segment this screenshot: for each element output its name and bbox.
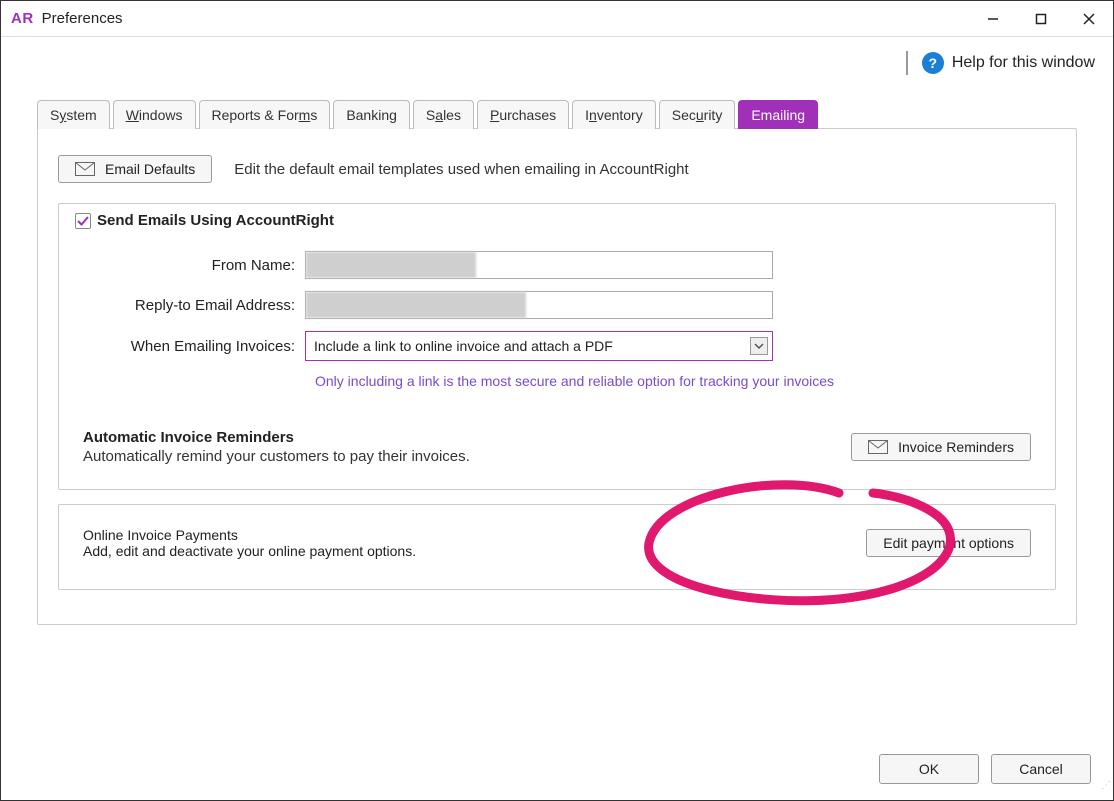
- dialog-footer: OK Cancel: [879, 754, 1091, 784]
- tab-security[interactable]: Security: [659, 100, 736, 129]
- send-emails-group: Send Emails Using AccountRight From Name…: [58, 203, 1056, 490]
- email-defaults-button[interactable]: Email Defaults: [58, 155, 212, 183]
- when-emailing-label: When Emailing Invoices:: [77, 338, 305, 355]
- when-emailing-hint: Only including a link is the most secure…: [315, 373, 1037, 389]
- send-emails-title: Send Emails Using AccountRight: [97, 212, 334, 229]
- close-button[interactable]: [1065, 1, 1113, 37]
- chevron-down-icon: [750, 337, 768, 355]
- help-icon[interactable]: ?: [922, 52, 944, 74]
- tab-emailing[interactable]: Emailing: [738, 100, 818, 129]
- from-name-label: From Name:: [77, 257, 305, 274]
- payments-title: Online Invoice Payments: [83, 527, 416, 543]
- edit-payment-options-button[interactable]: Edit payment options: [866, 529, 1031, 557]
- invoice-reminders-button[interactable]: Invoice Reminders: [851, 433, 1031, 461]
- mail-icon: [75, 162, 95, 176]
- ok-label: OK: [919, 761, 939, 777]
- reply-to-label: Reply-to Email Address:: [77, 297, 305, 314]
- tab-purchases[interactable]: Purchases: [477, 100, 569, 129]
- help-link[interactable]: Help for this window: [952, 54, 1095, 72]
- reminders-description: Automatically remind your customers to p…: [83, 448, 470, 465]
- email-defaults-row: Email Defaults Edit the default email te…: [58, 155, 1056, 183]
- tab-windows[interactable]: Windows: [113, 100, 196, 129]
- app-logo: AR: [11, 10, 34, 27]
- minimize-button[interactable]: [969, 1, 1017, 37]
- window-title: Preferences: [42, 10, 123, 27]
- help-row: ? Help for this window: [1, 37, 1113, 81]
- reply-to-input[interactable]: [305, 291, 773, 319]
- maximize-button[interactable]: [1017, 1, 1065, 37]
- resize-grip[interactable]: ⋰: [1097, 784, 1111, 798]
- ok-button[interactable]: OK: [879, 754, 979, 784]
- tab-reports-forms[interactable]: Reports & Forms: [199, 100, 331, 129]
- when-emailing-select[interactable]: Include a link to online invoice and att…: [305, 331, 773, 361]
- email-defaults-description: Edit the default email templates used wh…: [234, 161, 688, 178]
- window-controls: [969, 1, 1113, 37]
- tab-banking[interactable]: Banking: [333, 100, 410, 129]
- mail-icon: [868, 440, 888, 454]
- email-defaults-label: Email Defaults: [105, 161, 195, 177]
- send-emails-checkbox[interactable]: [75, 213, 91, 229]
- cancel-button[interactable]: Cancel: [991, 754, 1091, 784]
- reminders-title: Automatic Invoice Reminders: [83, 429, 470, 446]
- tab-strip: System Windows Reports & Forms Banking S…: [1, 81, 1113, 128]
- tab-system[interactable]: System: [37, 100, 110, 129]
- help-separator: [906, 51, 908, 75]
- tab-inventory[interactable]: Inventory: [572, 100, 656, 129]
- reminders-subsection: Automatic Invoice Reminders Automaticall…: [77, 429, 1037, 465]
- from-name-input[interactable]: [305, 251, 773, 279]
- payments-description: Add, edit and deactivate your online pay…: [83, 543, 416, 559]
- online-payments-group: Online Invoice Payments Add, edit and de…: [58, 504, 1056, 590]
- preferences-panel: Email Defaults Edit the default email te…: [37, 128, 1077, 625]
- cancel-label: Cancel: [1019, 761, 1063, 777]
- invoice-reminders-label: Invoice Reminders: [898, 439, 1014, 455]
- edit-payment-options-label: Edit payment options: [883, 535, 1014, 551]
- when-emailing-value: Include a link to online invoice and att…: [314, 338, 613, 354]
- titlebar: AR Preferences: [1, 1, 1113, 37]
- tab-sales[interactable]: Sales: [413, 100, 474, 129]
